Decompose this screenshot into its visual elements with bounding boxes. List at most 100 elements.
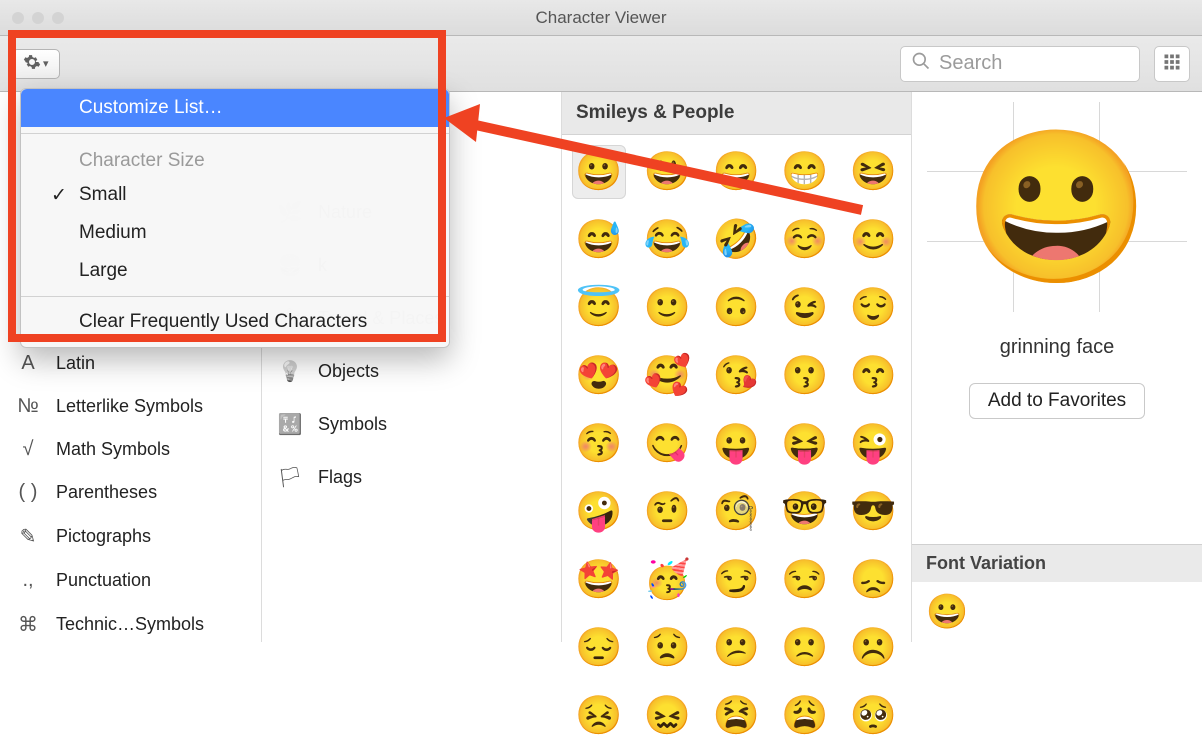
emoji-cell[interactable]: 😏: [709, 553, 763, 607]
search-icon: [911, 51, 931, 77]
category-item[interactable]: ( ) Parentheses: [0, 471, 261, 514]
emoji-cell[interactable]: 😇: [572, 281, 626, 335]
emoji-cell[interactable]: 🥳: [641, 553, 695, 607]
emoji-cell[interactable]: 🤪: [572, 485, 626, 539]
subcategory-label: Objects: [318, 361, 379, 382]
category-label: Letterlike Symbols: [56, 396, 203, 417]
emoji-cell[interactable]: 😎: [846, 485, 900, 539]
category-item[interactable]: ALatin: [0, 342, 261, 385]
category-item[interactable]: ⌘Technic…Symbols: [0, 602, 261, 642]
emoji-cell[interactable]: 🙃: [709, 281, 763, 335]
emoji-cell[interactable]: 😁: [778, 145, 832, 199]
subcategory-icon: 🔣: [276, 412, 304, 437]
emoji-section-header: Smileys & People: [562, 92, 911, 135]
emoji-cell[interactable]: 😘: [709, 349, 763, 403]
subcategory-item[interactable]: 🔣 Symbols: [262, 398, 561, 451]
font-variation-sample[interactable]: 😀: [912, 582, 1202, 642]
emoji-cell[interactable]: 😉: [778, 281, 832, 335]
emoji-cell[interactable]: 😃: [641, 145, 695, 199]
emoji-cell[interactable]: 😍: [572, 349, 626, 403]
subcategory-icon: 💡: [276, 359, 304, 384]
emoji-cell[interactable]: 😝: [778, 417, 832, 471]
emoji-cell[interactable]: 😀: [572, 145, 626, 199]
search-input[interactable]: Search: [900, 46, 1140, 82]
category-icon: .,: [14, 569, 42, 592]
font-variation-header: Font Variation: [912, 545, 1202, 582]
emoji-cell[interactable]: 😜: [846, 417, 900, 471]
settings-menu: Customize List… Character Size ✓ Small M…: [20, 88, 450, 348]
emoji-cell[interactable]: 😞: [846, 553, 900, 607]
category-icon: ✎: [14, 524, 42, 549]
subcategory-icon: 🏳: [276, 465, 304, 490]
category-icon: №: [14, 395, 42, 418]
emoji-cell[interactable]: 🤨: [641, 485, 695, 539]
emoji-cell[interactable]: 🙂: [641, 281, 695, 335]
category-item[interactable]: № Letterlike Symbols: [0, 385, 261, 428]
emoji-cell[interactable]: 😊: [846, 213, 900, 267]
category-label: Math Symbols: [56, 439, 170, 460]
emoji-preview: 😀: [927, 102, 1187, 312]
emoji-cell[interactable]: 😕: [709, 621, 763, 675]
emoji-cell[interactable]: 🙁: [778, 621, 832, 675]
search-placeholder: Search: [939, 52, 1002, 75]
grid-icon: [1163, 53, 1181, 74]
menu-clear-frequent[interactable]: Clear Frequently Used Characters: [21, 303, 449, 347]
gear-icon: [23, 53, 41, 74]
settings-dropdown-button[interactable]: ▾: [12, 49, 60, 79]
toolbar: ▾ Search: [0, 36, 1202, 92]
emoji-cell[interactable]: 😔: [572, 621, 626, 675]
emoji-cell[interactable]: 😛: [709, 417, 763, 471]
preview-glyph: 😀: [964, 132, 1151, 282]
category-label: Parentheses: [56, 482, 157, 503]
menu-size-medium[interactable]: Medium: [21, 214, 449, 252]
emoji-grid: 😀 😃 😄 😁 😆 😅 😂 🤣 ☺️ 😊 😇 🙂 🙃 😉 😌 😍 🥰 😘 😗 😙 😚 😋 😛 😝 😜 🤪 🤨 🧐 🤓 😎 🤩 🥳 😏 😒 😞 😔 😟 😕 🙁…: [562, 135, 911, 753]
emoji-cell[interactable]: 😫: [709, 689, 763, 743]
emoji-cell[interactable]: 😟: [641, 621, 695, 675]
emoji-cell[interactable]: 😅: [572, 213, 626, 267]
emoji-cell[interactable]: 😒: [778, 553, 832, 607]
grid-view-button[interactable]: [1154, 46, 1190, 82]
category-icon: ⌘: [14, 612, 42, 637]
category-item[interactable]: √ Math Symbols: [0, 428, 261, 471]
emoji-name: grinning face: [1000, 336, 1115, 359]
emoji-cell[interactable]: 😋: [641, 417, 695, 471]
subcategory-item[interactable]: 💡 Objects: [262, 345, 561, 398]
emoji-cell[interactable]: 😣: [572, 689, 626, 743]
category-icon: A: [14, 352, 42, 375]
category-item[interactable]: ✎ Pictographs: [0, 514, 261, 559]
emoji-cell[interactable]: 😩: [778, 689, 832, 743]
emoji-cell[interactable]: 🥺: [846, 689, 900, 743]
menu-size-small[interactable]: ✓ Small: [21, 176, 449, 214]
menu-customize-list[interactable]: Customize List…: [21, 89, 449, 127]
add-to-favorites-button[interactable]: Add to Favorites: [969, 383, 1145, 419]
chevron-down-icon: ▾: [43, 57, 49, 70]
emoji-cell[interactable]: 😚: [572, 417, 626, 471]
emoji-cell[interactable]: 🤩: [572, 553, 626, 607]
category-label: Punctuation: [56, 570, 151, 591]
emoji-cell[interactable]: 😄: [709, 145, 763, 199]
emoji-cell[interactable]: 😙: [846, 349, 900, 403]
emoji-cell[interactable]: 😖: [641, 689, 695, 743]
category-icon: √: [14, 438, 42, 461]
category-icon: ( ): [14, 481, 42, 504]
subcategory-label: Symbols: [318, 414, 387, 435]
emoji-cell[interactable]: 😌: [846, 281, 900, 335]
emoji-cell[interactable]: 🤓: [778, 485, 832, 539]
menu-size-label: Character Size: [21, 140, 449, 176]
category-label: Pictographs: [56, 526, 151, 547]
emoji-cell[interactable]: 😂: [641, 213, 695, 267]
emoji-cell[interactable]: ☺️: [778, 213, 832, 267]
emoji-cell[interactable]: 🥰: [641, 349, 695, 403]
check-icon: ✓: [51, 184, 67, 207]
category-item[interactable]: ., Punctuation: [0, 559, 261, 602]
emoji-cell[interactable]: 😗: [778, 349, 832, 403]
window-title: Character Viewer: [0, 8, 1202, 28]
titlebar: Character Viewer: [0, 0, 1202, 36]
emoji-cell[interactable]: ☹️: [846, 621, 900, 675]
menu-size-large[interactable]: Large: [21, 252, 449, 290]
emoji-cell[interactable]: 😆: [846, 145, 900, 199]
emoji-cell[interactable]: 🧐: [709, 485, 763, 539]
emoji-cell[interactable]: 🤣: [709, 213, 763, 267]
subcategory-item[interactable]: 🏳Flags: [262, 451, 561, 504]
detail-column: 😀 grinning face Add to Favorites Font Va…: [912, 92, 1202, 642]
